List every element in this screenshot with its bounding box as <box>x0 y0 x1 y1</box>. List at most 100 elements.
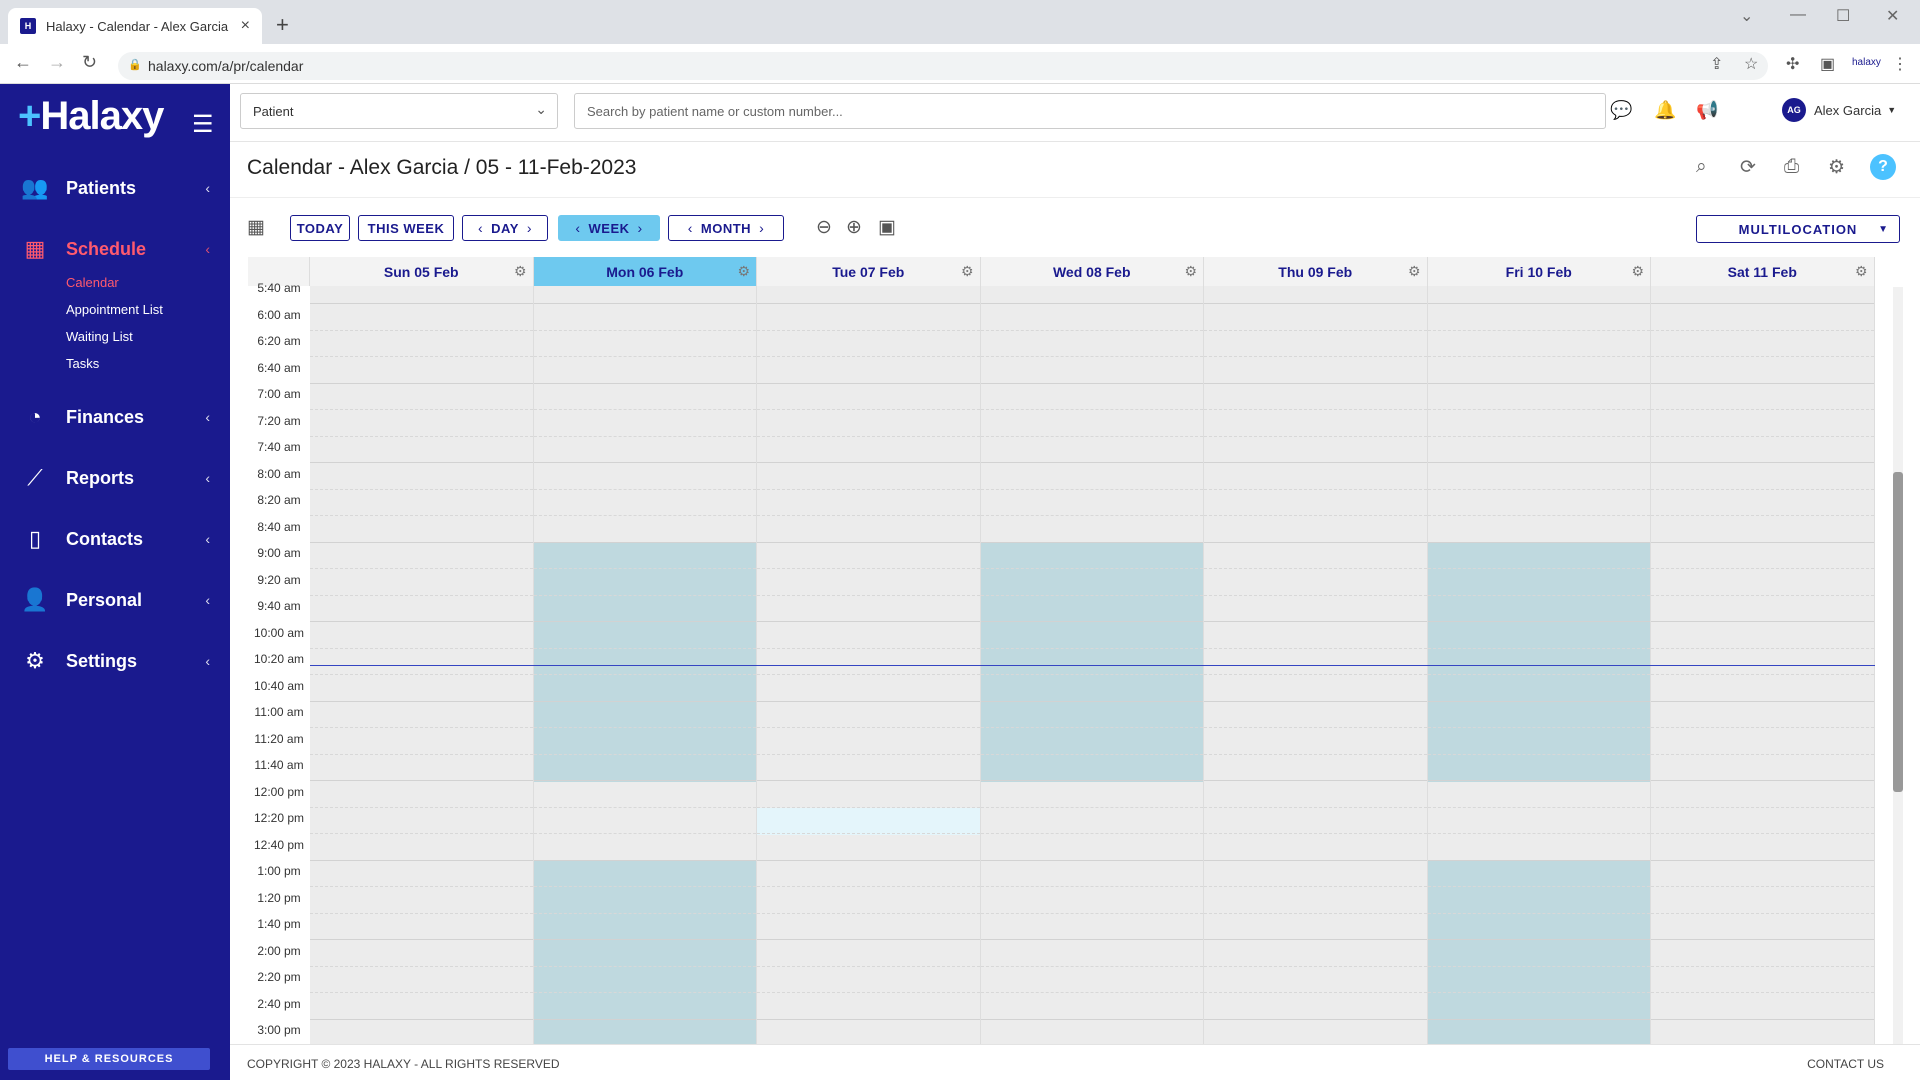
time-slot[interactable] <box>980 305 1203 331</box>
time-slot[interactable] <box>1427 331 1650 357</box>
bookmark-star-icon[interactable]: ☆ <box>1744 54 1758 74</box>
today-button[interactable]: TODAY <box>290 215 350 241</box>
sidebar-item-patients[interactable]: 👥 Patients ‹ <box>0 168 230 208</box>
sidebar-sub-appointment-list[interactable]: Appointment List <box>66 302 163 317</box>
time-slot[interactable] <box>757 623 980 649</box>
chat-icon[interactable]: 💬 <box>1610 100 1632 121</box>
time-slot[interactable] <box>1651 464 1874 490</box>
time-slot[interactable] <box>1651 729 1874 755</box>
time-slot[interactable] <box>1204 543 1427 569</box>
time-slot[interactable] <box>1204 729 1427 755</box>
time-slot[interactable] <box>1651 411 1874 437</box>
time-slot[interactable] <box>310 464 533 490</box>
time-slot[interactable] <box>757 729 980 755</box>
time-slot[interactable] <box>1651 782 1874 808</box>
search-icon[interactable]: ⌕ <box>1696 156 1707 178</box>
time-slot[interactable] <box>1651 358 1874 384</box>
time-slot[interactable] <box>1204 358 1427 384</box>
time-slot[interactable] <box>1427 914 1650 940</box>
time-slot[interactable] <box>757 570 980 596</box>
time-slot[interactable] <box>980 517 1203 543</box>
time-slot[interactable] <box>1204 676 1427 702</box>
sidebar-item-reports[interactable]: ⟋ Reports ‹ <box>0 458 230 498</box>
time-slot[interactable] <box>1204 570 1427 596</box>
time-slot[interactable] <box>310 914 533 940</box>
time-slot[interactable] <box>1651 490 1874 516</box>
time-slot[interactable] <box>533 994 756 1020</box>
time-slot[interactable] <box>1204 437 1427 463</box>
time-slot[interactable] <box>757 596 980 622</box>
time-slot[interactable] <box>757 808 980 834</box>
time-slot[interactable] <box>533 782 756 808</box>
time-slot[interactable] <box>1427 676 1650 702</box>
time-slot[interactable] <box>310 411 533 437</box>
time-slot[interactable] <box>1427 358 1650 384</box>
time-slot[interactable] <box>1651 570 1874 596</box>
time-slot[interactable] <box>310 755 533 781</box>
time-slot[interactable] <box>1427 861 1650 887</box>
time-slot[interactable] <box>533 967 756 993</box>
patient-search-input[interactable]: Search by patient name or custom number.… <box>574 93 1606 129</box>
time-slot[interactable] <box>757 1020 980 1044</box>
chevron-right-icon[interactable]: › <box>751 220 772 236</box>
time-slot[interactable] <box>1651 1020 1874 1044</box>
halaxy-extension-icon[interactable]: halaxy <box>1852 57 1881 68</box>
time-slot[interactable] <box>310 1020 533 1044</box>
time-slot[interactable] <box>1427 411 1650 437</box>
time-slot[interactable] <box>1427 702 1650 728</box>
month-nav-button[interactable]: ‹ MONTH › <box>668 215 784 241</box>
sidebar-item-settings[interactable]: ⚙ Settings ‹ <box>0 641 230 681</box>
time-slot[interactable] <box>1427 437 1650 463</box>
refresh-icon[interactable]: ⟳ <box>1740 156 1756 179</box>
chevron-right-icon[interactable]: › <box>519 220 540 236</box>
time-slot[interactable] <box>980 596 1203 622</box>
time-slot[interactable] <box>980 861 1203 887</box>
time-slot[interactable] <box>533 543 756 569</box>
time-slot[interactable] <box>533 305 756 331</box>
help-resources-button[interactable]: HELP & RESOURCES <box>8 1048 210 1070</box>
time-slot[interactable] <box>1651 914 1874 940</box>
time-slot[interactable] <box>980 358 1203 384</box>
time-slot[interactable] <box>980 437 1203 463</box>
time-slot[interactable] <box>1204 861 1427 887</box>
time-slot[interactable] <box>533 384 756 410</box>
time-slot[interactable] <box>1651 967 1874 993</box>
time-slot[interactable] <box>980 702 1203 728</box>
time-slot[interactable] <box>980 914 1203 940</box>
time-slot[interactable] <box>757 437 980 463</box>
time-slot[interactable] <box>1651 331 1874 357</box>
time-slot[interactable] <box>533 861 756 887</box>
calendar-scrollbar[interactable] <box>1893 287 1903 1044</box>
time-slot[interactable] <box>1204 941 1427 967</box>
time-slot[interactable] <box>1651 888 1874 914</box>
time-slot[interactable] <box>310 702 533 728</box>
time-slot[interactable] <box>533 729 756 755</box>
time-slot[interactable] <box>980 729 1203 755</box>
time-slot[interactable] <box>757 649 980 675</box>
halaxy-logo[interactable]: +Halaxy <box>18 94 164 139</box>
sidebar-item-personal[interactable]: 👤 Personal ‹ <box>0 580 230 620</box>
time-slot[interactable] <box>533 570 756 596</box>
time-slot[interactable] <box>980 755 1203 781</box>
time-slot[interactable] <box>980 464 1203 490</box>
chevron-left-icon[interactable]: ‹ <box>680 220 701 236</box>
time-slot[interactable] <box>533 278 756 304</box>
time-slot[interactable] <box>310 835 533 861</box>
time-slot[interactable] <box>533 702 756 728</box>
time-slot[interactable] <box>533 517 756 543</box>
time-slot[interactable] <box>310 358 533 384</box>
time-slot[interactable] <box>1651 437 1874 463</box>
scrollbar-thumb[interactable] <box>1893 472 1903 792</box>
time-slot[interactable] <box>1204 384 1427 410</box>
tab-search-icon[interactable]: ⌄ <box>1740 6 1753 26</box>
time-slot[interactable] <box>1204 623 1427 649</box>
time-slot[interactable] <box>533 411 756 437</box>
browser-tab[interactable]: H Halaxy - Calendar - Alex Garcia × <box>8 8 262 44</box>
hamburger-menu-icon[interactable]: ☰ <box>192 110 214 139</box>
time-slot[interactable] <box>1427 517 1650 543</box>
time-slot[interactable] <box>980 782 1203 808</box>
close-tab-icon[interactable]: × <box>241 17 250 35</box>
time-slot[interactable] <box>533 914 756 940</box>
new-tab-icon[interactable]: + <box>276 12 289 38</box>
time-slot[interactable] <box>1204 305 1427 331</box>
